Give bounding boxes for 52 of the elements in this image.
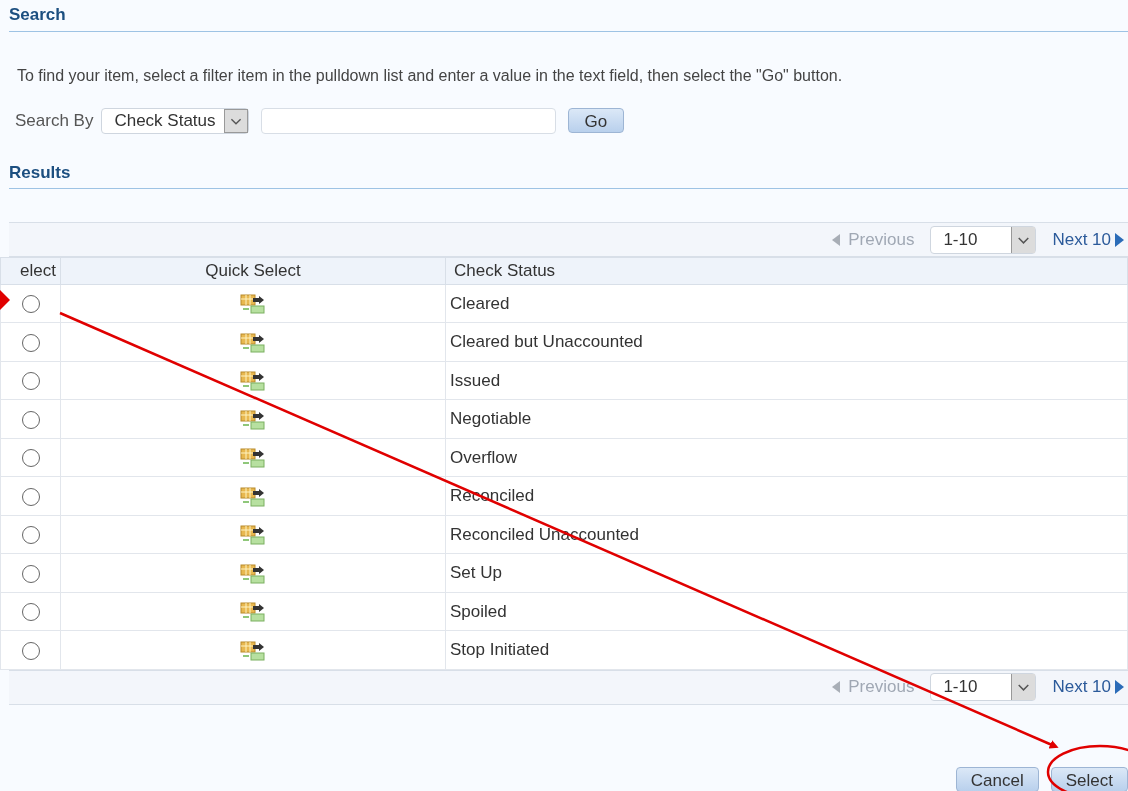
action-button[interactable]: Select <box>1050 766 1128 791</box>
table-select-icon[interactable] <box>240 294 266 314</box>
table-cell: Set Up <box>445 553 1128 592</box>
action-button[interactable]: Cancel <box>955 766 1039 791</box>
right-triangle-icon <box>1115 680 1124 694</box>
go-button[interactable]: Go <box>567 108 625 133</box>
radio-button[interactable] <box>21 526 40 544</box>
left-triangle-icon <box>832 681 841 693</box>
next-link[interactable]: Next 10 <box>1052 226 1124 253</box>
left-triangle-icon <box>832 233 841 246</box>
radio-button[interactable] <box>21 333 40 352</box>
table-select-icon[interactable] <box>240 409 266 430</box>
column-header: Check Status <box>445 257 1128 284</box>
table-cell: Overflow <box>445 438 1128 477</box>
table-select-icon[interactable] <box>240 448 266 468</box>
search-input[interactable] <box>260 107 556 134</box>
table-select-icon[interactable] <box>240 371 266 391</box>
radio-button[interactable] <box>21 603 40 621</box>
filter-dropdown[interactable]: Check Status <box>101 107 249 134</box>
radio-button[interactable] <box>21 564 40 583</box>
next-link[interactable]: Next 10 <box>1052 674 1124 700</box>
table-cell: Cleared <box>445 284 1128 323</box>
chevron-down-icon <box>1011 674 1036 700</box>
chevron-down-icon <box>223 108 248 133</box>
chevron-down-icon <box>1011 226 1036 253</box>
right-triangle-icon <box>1115 232 1124 247</box>
column-header: elect <box>0 257 61 284</box>
table-cell: Cleared but Unaccounted <box>445 322 1128 361</box>
radio-button[interactable] <box>21 372 40 390</box>
column-header: Quick Select <box>60 257 446 284</box>
table-cell: Negotiable <box>445 399 1128 438</box>
table-select-icon[interactable] <box>240 486 266 507</box>
annotation-arrowhead <box>0 290 10 310</box>
radio-button[interactable] <box>21 641 40 660</box>
radio-button[interactable] <box>21 449 40 467</box>
radio-button[interactable] <box>21 295 40 313</box>
table-select-icon[interactable] <box>240 332 266 353</box>
section-heading: Search <box>9 0 1128 32</box>
range-dropdown[interactable]: 1-10 <box>930 673 1037 701</box>
table-cell: Stop Initiated <box>445 630 1128 669</box>
section-heading: Results <box>9 159 1128 189</box>
range-dropdown[interactable]: 1-10 <box>930 225 1037 254</box>
table-select-icon[interactable] <box>240 563 266 584</box>
instructions-text: To find your item, select a filter item in the pulldown list and enter a value in the text field, then select the "Go" button. <box>16 65 844 86</box>
table-cell: Spoiled <box>445 592 1128 631</box>
table-select-icon[interactable] <box>240 525 266 545</box>
radio-button[interactable] <box>21 487 40 506</box>
search-by-label: Search By <box>15 109 94 132</box>
table-select-icon[interactable] <box>240 640 266 661</box>
table-cell: Issued <box>445 361 1128 400</box>
table-select-icon[interactable] <box>240 602 266 622</box>
radio-button[interactable] <box>21 410 40 429</box>
